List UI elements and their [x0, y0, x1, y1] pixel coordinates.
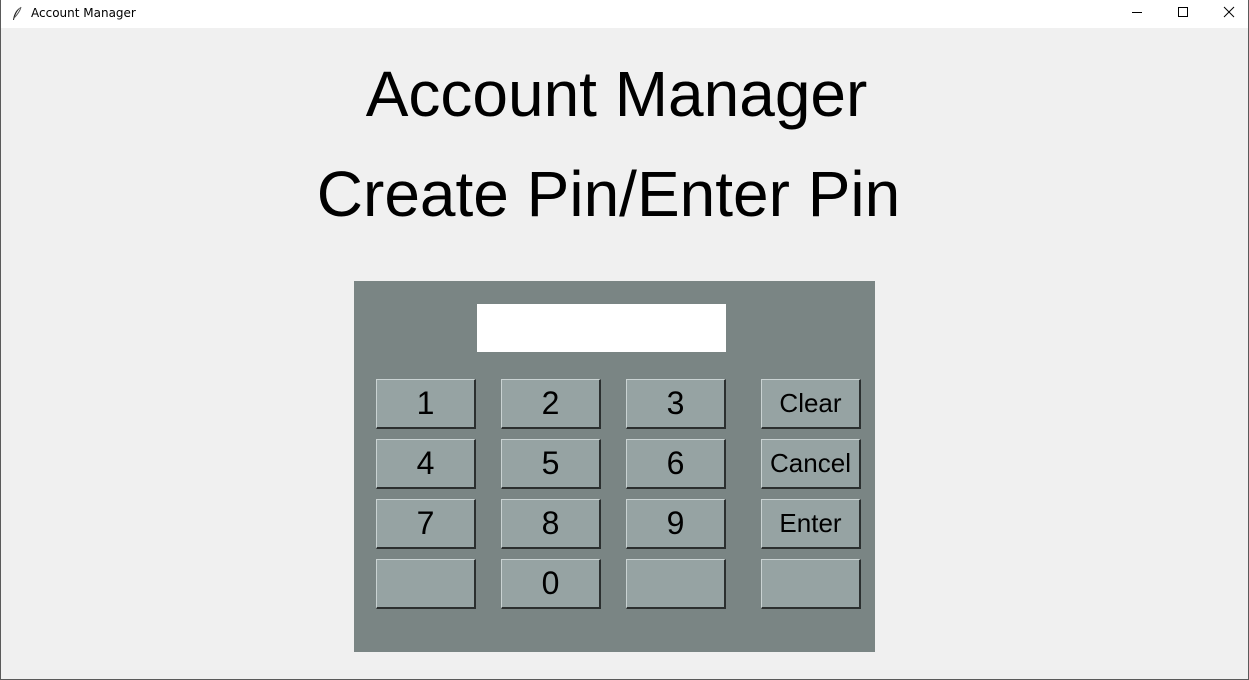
app-window: Account Manager Account Manager Create P…	[0, 0, 1249, 680]
blank-key-left[interactable]	[376, 559, 476, 609]
key-7[interactable]: 7	[376, 499, 476, 549]
keypad-panel: 1 2 3 Clear 4 5 6 Cancel 7 8 9 Enter 0	[354, 281, 875, 652]
blank-key-middle[interactable]	[626, 559, 726, 609]
key-4[interactable]: 4	[376, 439, 476, 489]
pin-input[interactable]	[477, 304, 726, 352]
enter-button[interactable]: Enter	[761, 499, 861, 549]
window-title: Account Manager	[31, 6, 136, 20]
key-5[interactable]: 5	[501, 439, 601, 489]
blank-key-right[interactable]	[761, 559, 861, 609]
key-0[interactable]: 0	[501, 559, 601, 609]
key-9[interactable]: 9	[626, 499, 726, 549]
maximize-button[interactable]	[1160, 0, 1206, 28]
clear-button[interactable]: Clear	[761, 379, 861, 429]
close-button[interactable]	[1206, 0, 1249, 28]
minimize-icon	[1131, 5, 1143, 23]
page-subtitle: Create Pin/Enter Pin	[316, 158, 901, 230]
page-title: Account Manager	[365, 58, 868, 130]
key-6[interactable]: 6	[626, 439, 726, 489]
key-3[interactable]: 3	[626, 379, 726, 429]
key-1[interactable]: 1	[376, 379, 476, 429]
title-bar[interactable]: Account Manager	[1, 0, 1248, 28]
key-2[interactable]: 2	[501, 379, 601, 429]
maximize-icon	[1177, 5, 1189, 23]
key-8[interactable]: 8	[501, 499, 601, 549]
minimize-button[interactable]	[1114, 0, 1160, 28]
close-icon	[1223, 5, 1235, 23]
feather-icon	[11, 6, 23, 22]
cancel-button[interactable]: Cancel	[761, 439, 861, 489]
